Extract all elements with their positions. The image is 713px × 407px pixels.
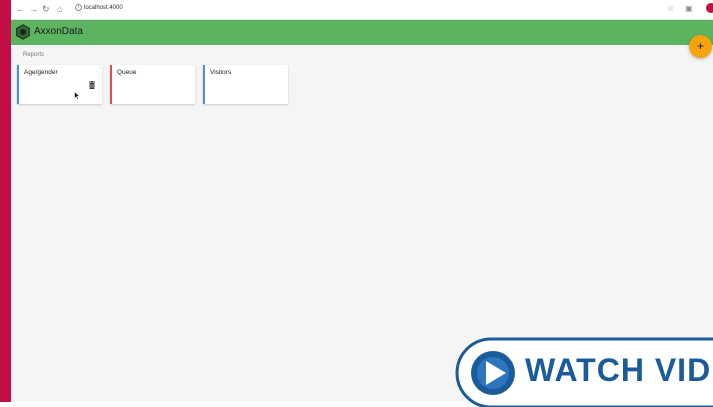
report-card-title: Visitors xyxy=(210,69,232,76)
report-card-title: Queue xyxy=(117,69,137,76)
report-card-visitors[interactable]: Visitors xyxy=(203,65,288,104)
browser-toolbar: ← → ↻ ⌂ i localhost:4000 ☆ ▣ xyxy=(11,0,713,20)
extension-icon[interactable]: ▣ xyxy=(685,4,693,14)
report-card-title: Age/gender xyxy=(24,69,58,76)
star-icon[interactable]: ☆ xyxy=(667,4,674,14)
add-report-button[interactable]: + xyxy=(689,35,712,58)
report-card-queue[interactable]: Queue xyxy=(110,65,195,104)
forward-icon[interactable]: → xyxy=(29,4,38,15)
back-icon[interactable]: ← xyxy=(16,4,25,15)
reload-icon[interactable]: ↻ xyxy=(42,4,50,15)
site-info-icon[interactable]: i xyxy=(75,4,82,11)
watch-video-label: WATCH VID xyxy=(525,352,712,388)
mouse-cursor-icon xyxy=(74,91,80,100)
left-stripe xyxy=(0,0,11,402)
address-bar[interactable]: localhost:4000 xyxy=(84,5,123,11)
report-card-age-gender[interactable]: Age/gender xyxy=(17,65,102,104)
app-bar: AxxonData xyxy=(11,20,713,45)
app-title: AxxonData xyxy=(34,26,83,37)
axxon-logo-icon xyxy=(16,24,30,40)
watch-video-overlay[interactable]: WATCH VID xyxy=(455,337,713,407)
home-icon[interactable]: ⌂ xyxy=(57,4,62,15)
delete-icon[interactable] xyxy=(89,81,95,89)
profile-icon[interactable] xyxy=(706,3,713,13)
reports-section-label: Reports xyxy=(23,52,45,58)
